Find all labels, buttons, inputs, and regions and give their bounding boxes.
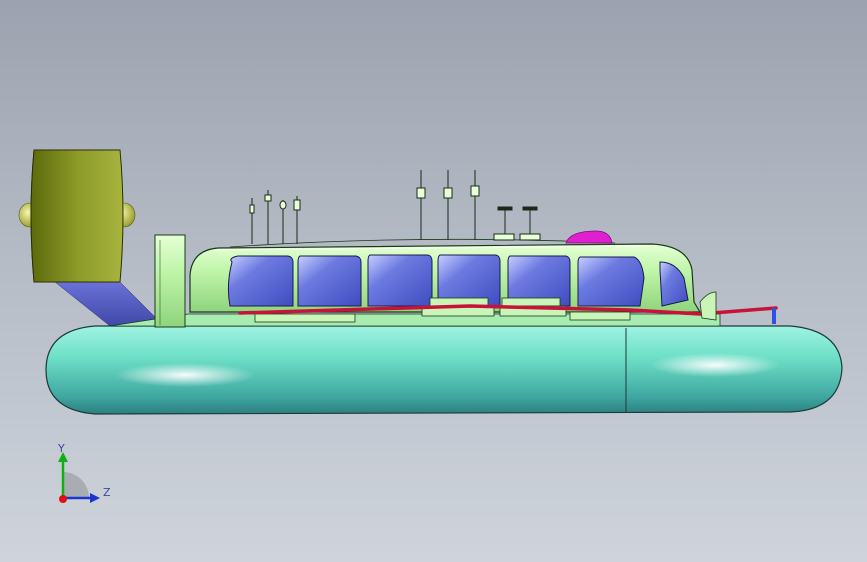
window-2	[297, 255, 362, 307]
z-axis-label: Z	[103, 486, 111, 499]
z-axis-arrow	[90, 493, 100, 503]
bow-fitting	[699, 291, 717, 321]
propulsion-fan	[18, 149, 136, 283]
coordinate-triad: Y Z	[48, 440, 118, 510]
roof-dome	[565, 230, 613, 244]
cad-viewport[interactable]: Y Z	[0, 0, 867, 562]
window-6	[577, 256, 645, 307]
stern-tower	[154, 234, 186, 328]
fan-strut	[54, 281, 161, 327]
window-3	[367, 254, 433, 307]
window-1	[227, 255, 294, 307]
antenna-cluster-left	[249, 190, 301, 244]
rail-post	[772, 308, 776, 324]
hovercraft-model[interactable]	[0, 0, 867, 562]
y-axis-label: Y	[58, 442, 65, 455]
antenna-cluster-right	[416, 170, 541, 241]
hull-skirt	[45, 325, 843, 415]
x-axis-dot	[59, 495, 67, 503]
triad-quadrant	[63, 472, 89, 498]
